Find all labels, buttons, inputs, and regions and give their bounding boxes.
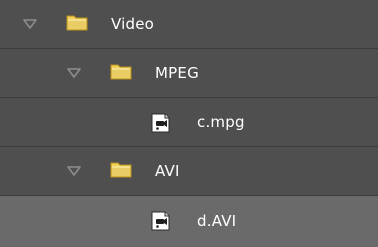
tree-row-mpeg[interactable]: MPEG (0, 49, 378, 98)
tree-row-avi[interactable]: AVI (0, 147, 378, 196)
folder-icon (108, 59, 134, 85)
collapse-arrow-icon[interactable] (22, 18, 38, 30)
tree-row-d-avi[interactable]: d.AVI (0, 196, 378, 247)
tree-label-avi: AVI (155, 162, 180, 180)
folder-icon (64, 10, 90, 36)
tree-label-video: Video (111, 15, 155, 33)
tree-label-c-mpg: c.mpg (197, 113, 245, 131)
folder-icon (108, 157, 134, 183)
collapse-arrow-icon[interactable] (66, 67, 82, 79)
video-file-icon (148, 110, 174, 136)
collapse-arrow-icon[interactable] (66, 165, 82, 177)
tree-row-video[interactable]: Video (0, 0, 378, 49)
video-file-icon (148, 208, 174, 234)
tree-label-mpeg: MPEG (155, 64, 199, 82)
tree-label-d-avi: d.AVI (197, 212, 237, 230)
tree-row-c-mpg[interactable]: c.mpg (0, 98, 378, 147)
file-tree: Video MPEG c.mpg AVI d.AVI (0, 0, 378, 247)
